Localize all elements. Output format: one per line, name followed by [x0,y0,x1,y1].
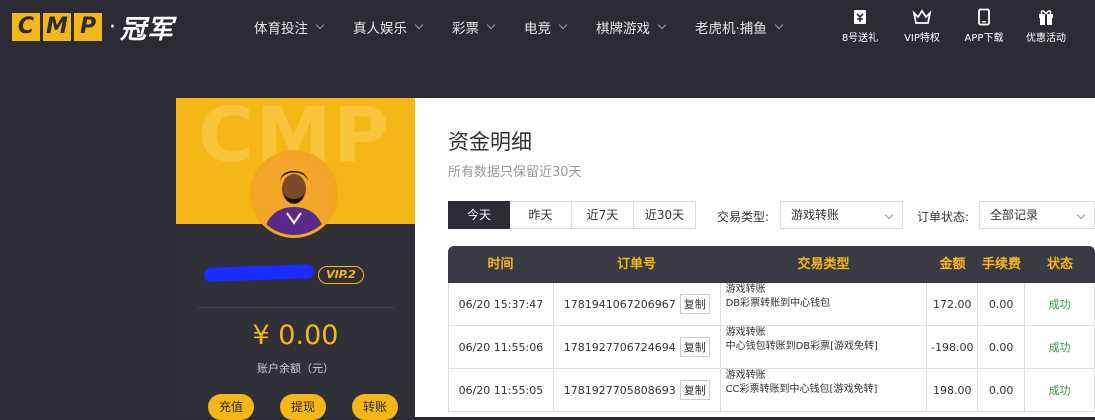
header-tools: 8号送礼 VIP特权 APP下载 优惠活动 [829,8,1077,44]
wallet-actions: 充值 提现 转账 [208,394,398,420]
column-header: 订单号 [616,257,656,272]
cell-type: 游戏转账 中心钱包转账到DB彩票[游戏免转] [721,326,928,368]
column-header: 金额 [939,257,966,272]
logo-letter: P [74,13,102,41]
table-row: 06/20 11:55:06 1781927706724694 复制 游戏转账 中心… [448,326,1095,369]
brand-logo[interactable]: C M P · 冠军 [12,10,175,45]
column-header: 手续费 [981,257,1021,272]
chevron-down-icon [884,210,894,220]
cell-amount: 198.00 [927,369,979,411]
gift-icon [1039,10,1053,25]
deposit-button[interactable]: 充值 [208,394,254,420]
cell-status: 成功 [1025,369,1095,411]
tab-yesterday[interactable]: 昨天 [510,201,572,229]
cell-amount: 172.00 [927,283,979,325]
divider [198,307,394,308]
cell-time: 06/20 15:37:47 [449,283,554,325]
cell-order: 1781941067206967 复制 [554,283,721,325]
transactions-table: 时间 订单号 交易类型 金额 手续费 状态 06/20 15:37:47 178… [448,246,1095,412]
cell-type: 游戏转账 DB彩票转账到中心钱包 [721,283,928,325]
withdraw-button[interactable]: 提现 [280,394,326,420]
column-header: 状态 [1046,257,1073,272]
chevron-down-icon [315,20,325,30]
nav-item-card-games[interactable]: 棋牌游戏 [596,17,667,37]
page-subtitle: 所有数据只保留近30天 [448,165,582,180]
cell-order: 1781927705808693 复制 [554,369,721,411]
cell-type: 游戏转账 CC彩票转账到中心钱包[游戏免转] [721,369,928,411]
table-row: 06/20 11:55:05 1781927705808693 复制 游戏转账 CC… [448,369,1095,412]
cell-time: 06/20 11:55:05 [449,369,554,411]
column-header: 时间 [487,257,514,272]
cell-fee: 0.00 [978,369,1026,411]
cell-fee: 0.00 [978,326,1026,368]
cell-status: 成功 [1025,283,1095,325]
nav-item-lottery[interactable]: 彩票 [452,17,496,37]
table-header: 时间 订单号 交易类型 金额 手续费 状态 [448,246,1095,283]
balance-label: 账户余额（元） [257,362,334,375]
order-number: 1781927705808693 [563,383,676,397]
chevron-down-icon [774,20,784,30]
tool-vip[interactable]: VIP特权 [891,8,953,44]
account-balance: ¥ 0.00 [252,320,339,351]
nav-item-esports[interactable]: 电竞 [524,17,568,37]
nav-item-sports[interactable]: 体育投注 [254,17,325,37]
logo-dot: · [109,14,116,40]
transaction-type-label: 交易类型: [717,210,770,224]
order-number: 1781927706724694 [563,340,676,354]
cell-order: 1781927706724694 复制 [554,326,721,368]
top-bar: C M P · 冠军 体育投注 真人娱乐 彩票 电竞 棋牌游戏 老虎机·捕鱼 8… [0,0,1095,54]
fund-details-panel: 资金明细 所有数据只保留近30天 今天 昨天 近7天 近30天 交易类型: 游戏… [415,98,1095,417]
chevron-down-icon [558,20,568,30]
nav-item-slots-fishing[interactable]: 老虎机·捕鱼 [695,17,784,37]
main-nav: 体育投注 真人娱乐 彩票 电竞 棋牌游戏 老虎机·捕鱼 [254,0,812,54]
cell-time: 06/20 11:55:06 [449,326,554,368]
avatar-image [253,153,335,235]
transfer-button[interactable]: 转账 [352,394,398,420]
copy-button[interactable]: 复制 [679,380,710,400]
column-header: 交易类型 [797,257,850,272]
cell-fee: 0.00 [978,283,1026,325]
avatar[interactable] [250,150,338,238]
nav-item-live-casino[interactable]: 真人娱乐 [353,17,424,37]
page-title: 资金明细 [448,130,532,154]
crown-icon [912,9,932,24]
order-status-select[interactable]: 全部记录 [979,201,1095,229]
cell-status: 成功 [1025,326,1095,368]
order-number: 1781941067206967 [563,297,676,311]
username-redacted [203,264,315,282]
copy-button[interactable]: 复制 [679,294,710,314]
logo-text: 冠军 [120,14,175,45]
logo-letter: M [43,13,71,41]
date-range-tabs: 今天 昨天 近7天 近30天 [448,201,696,229]
copy-button[interactable]: 复制 [679,337,710,357]
tool-promotions[interactable]: 优惠活动 [1015,8,1077,44]
tab-30-days[interactable]: 近30天 [634,201,696,229]
tab-7-days[interactable]: 近7天 [572,201,634,229]
order-status-label: 订单状态: [917,210,970,224]
logo-letter: C [12,13,40,41]
chevron-down-icon [414,20,424,30]
tool-app-download[interactable]: APP下载 [953,8,1015,44]
chevron-down-icon [1076,210,1086,220]
tab-today[interactable]: 今天 [448,201,510,229]
tool-gift-8[interactable]: 8号送礼 [829,8,891,44]
table-row: 06/20 15:37:47 1781941067206967 复制 游戏转账 DB… [448,283,1095,326]
cell-amount: -198.00 [927,326,979,368]
vip-badge: VIP.2 [318,266,364,284]
transaction-type-select[interactable]: 游戏转账 [780,201,903,229]
profile-panel: CMP VIP.2 ¥ 0.00 账户余额（元） 充值 提现 转账 [176,98,415,420]
chevron-down-icon [657,20,667,30]
phone-icon [978,8,990,26]
chevron-down-icon [486,20,496,30]
ticket-icon [854,10,866,24]
